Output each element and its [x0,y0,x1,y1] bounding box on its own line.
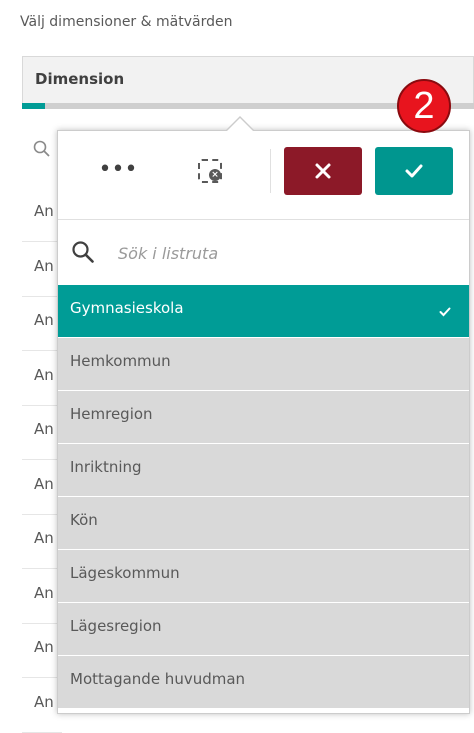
listbox-item[interactable]: Mottagande huvudman [58,656,469,709]
toolbar-divider [270,149,271,193]
dimension-progress-fill [22,103,45,109]
listbox-item-label: Hemregion [70,405,153,423]
step-number-badge: 2 [397,79,451,133]
close-icon [315,163,331,179]
background-list-item[interactable]: An [22,188,62,242]
page-heading: Välj dimensioner & mätvärden [20,14,233,30]
listbox-item[interactable]: Inriktning [58,444,469,497]
checkmark-icon [405,164,423,178]
listbox-item-label: Lägeskommun [70,564,180,582]
background-list-item[interactable]: An [22,515,62,569]
listbox-items: Gymnasieskola Hemkommun Hemregion Inriktnin… [58,285,469,709]
dimension-listbox-popover: ••• × Gymnasieskola Hemkommun Hemregion Inr… [57,130,470,714]
listbox-item-label: Gymnasieskola [70,299,184,317]
clear-x-icon: × [209,169,221,181]
confirm-selection-button[interactable] [375,147,453,195]
background-list-item[interactable]: An [22,461,62,515]
listbox-item-label: Lägesregion [70,617,162,635]
listbox-item-label: Hemkommun [70,352,171,370]
background-list-item[interactable]: An [22,570,62,624]
listbox-item[interactable]: Gymnasieskola [58,285,469,338]
listbox-item-label: Inriktning [70,458,142,476]
background-list-item[interactable]: An [22,297,62,351]
selected-check-icon [439,307,451,317]
listbox-item-label: Kön [70,511,98,529]
listbox-item[interactable]: Hemkommun [58,338,469,391]
listbox-item[interactable]: Kön [58,497,469,550]
search-icon [72,241,94,263]
background-list-item[interactable]: An [22,406,62,460]
listbox-search-row [58,219,469,285]
background-search-icon [33,140,50,157]
clear-selections-icon[interactable]: × [198,159,222,183]
background-list-item[interactable]: An [22,352,62,406]
popover-arrow-fill [227,118,253,131]
background-list-item[interactable]: An [22,679,62,733]
listbox-item[interactable]: Lägesregion [58,603,469,656]
listbox-search-input[interactable] [116,234,440,272]
listbox-item[interactable]: Lägeskommun [58,550,469,603]
background-list-item[interactable]: An [22,243,62,297]
cancel-selection-button[interactable] [284,147,362,195]
listbox-item-label: Mottagande huvudman [70,670,246,688]
more-options-button[interactable]: ••• [98,159,138,191]
listbox-item[interactable]: Hemregion [58,391,469,444]
background-list-item[interactable]: An [22,624,62,678]
listbox-toolbar: ••• × [58,131,469,219]
dimension-label: Dimension [35,70,125,88]
